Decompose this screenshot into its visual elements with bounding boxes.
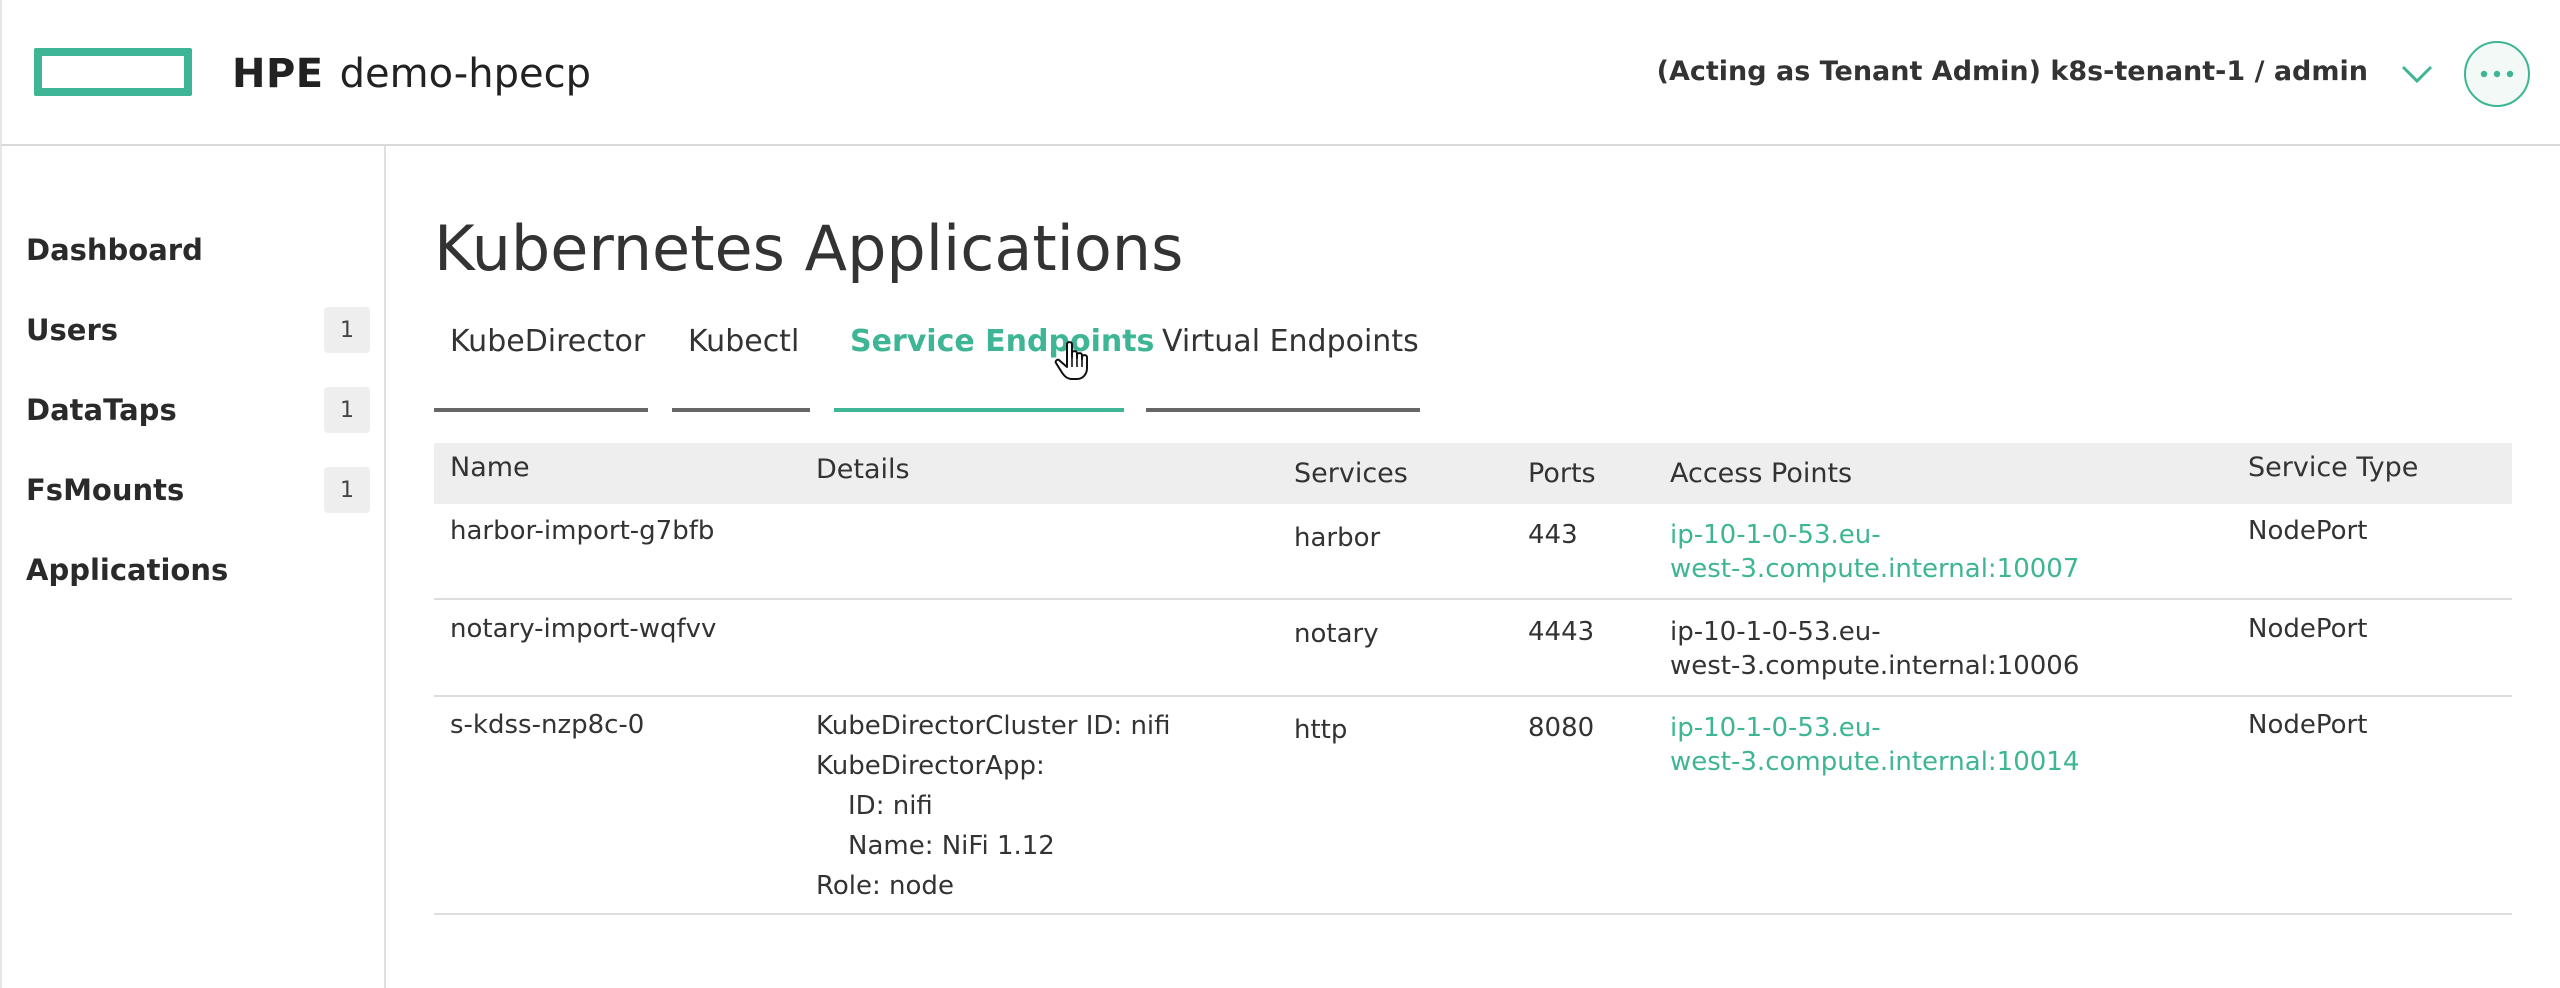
row-3-services: http [1294,715,1348,745]
column-header-details[interactable]: Details [816,454,910,485]
row-2-name: notary-import-wqfvv [450,614,717,644]
sidebar-item-label: DataTaps [26,393,177,427]
tab-label: KubeDirector [450,324,646,359]
detail-line: KubeDirectorApp: [816,751,1045,781]
detail-line: ID: nifi [848,791,933,821]
row-3-access-point-link[interactable]: ip-10-1-0-53.eu- west-3.compute.internal… [1670,711,2079,779]
app-name: demo-hpecp [339,51,591,97]
column-header-services[interactable]: Services [1294,458,1408,489]
sidebar-item-users[interactable]: Users 1 [26,306,370,354]
tab-kubedirector[interactable]: KubeDirector [434,324,648,412]
row-1-service-type: NodePort [2248,516,2368,546]
count-badge: 1 [324,467,370,513]
table-header [434,443,2512,504]
row-2-access-point: ip-10-1-0-53.eu- west-3.compute.internal… [1670,615,2079,683]
column-header-access-points[interactable]: Access Points [1670,458,1852,489]
row-2-services: notary [1294,619,1379,649]
sidebar-item-label: Applications [26,553,229,587]
tab-label: Service Endpoints [850,324,1155,359]
row-1-ports: 443 [1528,520,1578,550]
row-1-name: harbor-import-g7bfb [450,516,715,546]
tab-virtual-endpoints[interactable]: Virtual Endpoints [1146,324,1420,412]
row-divider [434,913,2512,915]
row-3-service-type: NodePort [2248,710,2368,740]
acting-as-label: (Acting as Tenant Admin) k8s-tenant-1 / … [1656,56,2368,87]
access-point-line: west-3.compute.internal:10006 [1670,651,2080,681]
detail-line: Name: NiFi 1.12 [848,831,1055,861]
count-badge: 1 [324,387,370,433]
row-divider [434,598,2512,600]
sidebar-item-fsmounts[interactable]: FsMounts 1 [26,466,370,514]
sidebar-item-label: Users [26,313,119,347]
sidebar-item-applications[interactable]: Applications [26,546,370,594]
row-1-services: harbor [1294,523,1381,553]
row-2-ports: 4443 [1528,617,1595,647]
sidebar-item-label: Dashboard [26,233,203,267]
sidebar-item-label: FsMounts [26,473,185,507]
sidebar: Dashboard Users 1 DataTaps 1 FsMounts 1 … [0,146,386,988]
column-header-service-type[interactable]: Service Type [2248,452,2418,483]
page-title: Kubernetes Applications [434,212,1184,285]
row-3-ports: 8080 [1528,713,1595,743]
column-header-name[interactable]: Name [450,452,530,483]
sidebar-item-dashboard[interactable]: Dashboard [26,226,370,274]
tab-label: Kubectl [688,324,800,359]
app-header: HPE demo-hpecp (Acting as Tenant Admin) … [0,0,2560,146]
more-horizontal-icon [2480,70,2514,78]
access-point-line: west-3.compute.internal:10007 [1670,554,2080,584]
detail-line: Role: node [816,871,954,901]
row-3-details: KubeDirectorCluster ID: nifi KubeDirecto… [816,706,1171,906]
column-header-ports[interactable]: Ports [1528,458,1596,489]
tab-kubectl[interactable]: Kubectl [672,324,810,412]
access-point-line: ip-10-1-0-53.eu- [1670,520,1881,550]
brand-name: HPE [232,51,324,97]
detail-line: KubeDirectorCluster ID: nifi [816,711,1171,741]
tab-label: Virtual Endpoints [1162,324,1419,359]
row-3-name: s-kdss-nzp8c-0 [450,710,645,740]
row-2-service-type: NodePort [2248,614,2368,644]
count-badge: 1 [324,307,370,353]
hpe-logo[interactable] [34,48,192,96]
chevron-down-icon[interactable] [2400,62,2434,86]
more-options-button[interactable] [2464,41,2530,107]
row-1-access-point-link[interactable]: ip-10-1-0-53.eu- west-3.compute.internal… [1670,518,2079,586]
access-point-line: ip-10-1-0-53.eu- [1670,713,1881,743]
row-divider [434,695,2512,697]
brand: HPE demo-hpecp [232,48,591,100]
hand-pointer-icon [1054,341,1088,380]
access-point-line: west-3.compute.internal:10014 [1670,747,2080,777]
sidebar-item-datataps[interactable]: DataTaps 1 [26,386,370,434]
access-point-line: ip-10-1-0-53.eu- [1670,617,1881,647]
